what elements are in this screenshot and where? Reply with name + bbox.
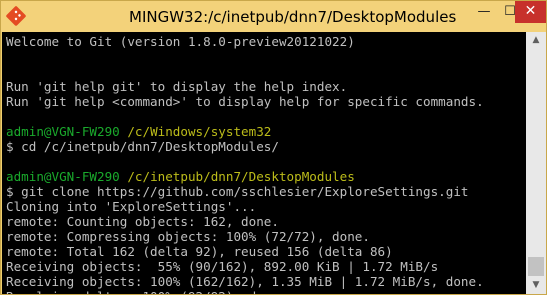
terminal-text: Receiving objects: 55% (90/162), 892.00 … [6,259,439,274]
terminal-text: remote: Total 162 (delta 92), reused 156… [6,244,393,259]
prompt-path: /c/Windows/system32 [119,124,272,139]
scroll-thumb[interactable] [528,257,544,276]
terminal-line: admin@VGN-FW290 /c/Windows/system32 [6,124,271,139]
terminal-text: remote: Counting objects: 162, done. [6,214,279,229]
terminal-text: Cloning into 'ExploreSettings'... [6,199,257,214]
terminal-line: remote: Counting objects: 162, done. [6,214,279,229]
terminal-text: Resolving deltas: 100% (92/92), done. [6,289,287,294]
terminal-line: remote: Total 162 (delta 92), reused 156… [6,244,393,259]
git-logo-icon[interactable] [5,5,27,27]
scroll-down-arrow-icon[interactable]: ▼ [526,277,546,294]
terminal-line: Receiving objects: 100% (162/162), 1.35 … [6,274,484,289]
close-button[interactable]: ✕ [515,1,546,23]
terminal-line: Run 'git help git' to display the help i… [6,79,347,94]
terminal-window: MINGW32:/c/inetpub/dnn7/DesktopModules —… [0,0,547,295]
vertical-scrollbar[interactable]: ▲ ▼ [526,32,546,294]
terminal-line: Resolving deltas: 100% (92/92), done. [6,289,287,294]
terminal-output[interactable]: Welcome to Git (version 1.8.0-preview201… [2,32,526,294]
prompt-user: admin@VGN-FW290 [6,124,120,139]
terminal-text: Receiving objects: 100% (162/162), 1.35 … [6,274,484,289]
terminal-line: remote: Compressing objects: 100% (72/72… [6,229,370,244]
terminal-line: Run 'git help <command>' to display help… [6,94,484,109]
terminal-line: admin@VGN-FW290 /c/inetpub/dnn7/DesktopM… [6,169,355,184]
terminal-text: $ cd /c/inetpub/dnn7/DesktopModules/ [6,139,279,154]
prompt-path: /c/inetpub/dnn7/DesktopModules [119,169,355,184]
window-title: MINGW32:/c/inetpub/dnn7/DesktopModules [129,8,457,26]
terminal-text: $ git clone https://github.com/sschlesie… [6,184,469,199]
terminal-text: remote: Compressing objects: 100% (72/72… [6,229,370,244]
minimize-button[interactable]: — [471,2,497,22]
terminal-text: Run 'git help <command>' to display help… [6,94,484,109]
terminal-line: $ cd /c/inetpub/dnn7/DesktopModules/ [6,139,279,154]
terminal-line: Receiving objects: 55% (90/162), 892.00 … [6,259,438,274]
scroll-up-arrow-icon[interactable]: ▲ [526,32,546,49]
terminal-text: Welcome to Git (version 1.8.0-preview201… [6,34,355,49]
terminal-text: Run 'git help git' to display the help i… [6,79,348,94]
terminal-line: Cloning into 'ExploreSettings'... [6,199,256,214]
terminal-line: Welcome to Git (version 1.8.0-preview201… [6,34,355,49]
prompt-user: admin@VGN-FW290 [6,169,120,184]
terminal-line: $ git clone https://github.com/sschlesie… [6,184,469,199]
title-bar[interactable]: MINGW32:/c/inetpub/dnn7/DesktopModules —… [1,1,546,32]
